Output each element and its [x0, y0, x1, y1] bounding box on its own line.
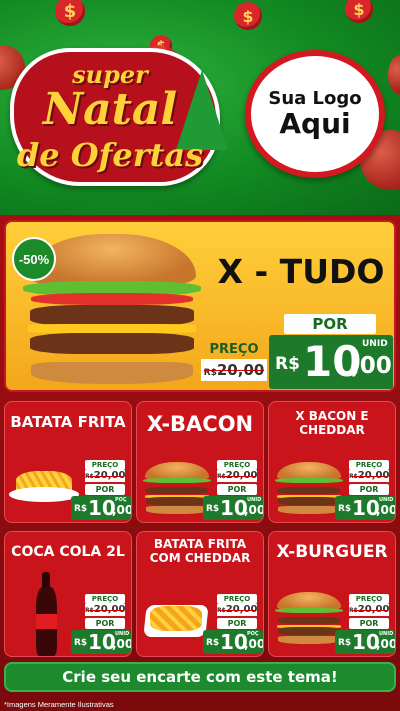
price-cents: ,00 [244, 503, 264, 517]
old-price-currency: R$ [85, 607, 94, 614]
product-card[interactable]: X-BURGUER PREÇO R$20,00 POR R$ 10 UNID ,… [268, 531, 396, 657]
old-price-value: 20,00 [225, 604, 258, 615]
burger-image [275, 462, 343, 514]
price-currency: R$ [338, 638, 352, 648]
cta-banner[interactable]: Crie seu encarte com este tema! [4, 662, 396, 692]
price-unit: UNID [362, 339, 388, 349]
price-currency: R$ [74, 638, 88, 648]
price-cents: ,00 [376, 637, 396, 651]
old-price-value: 20,00 [225, 470, 258, 481]
price-currency: R$ [275, 354, 300, 374]
preco-label: PREÇO [217, 594, 257, 604]
product-title: COCA COLA 2L [11, 544, 125, 560]
logo-word-natal: Natal [42, 84, 178, 135]
old-price: R$20,00 [217, 470, 257, 482]
price-currency: R$ [206, 638, 220, 648]
old-price-currency: R$ [85, 473, 94, 480]
logo-placeholder-line2: Aqui [279, 106, 351, 140]
preco-label: PREÇO [85, 594, 125, 604]
current-price: R$ 10 UNID ,00 [335, 630, 395, 654]
cheddar-fries-image [143, 594, 209, 636]
current-price: R$ 10 POÇ ,00 [71, 496, 131, 520]
price-cents: ,00 [244, 637, 264, 651]
current-price: R$ 10 UNID ,00 [269, 335, 393, 389]
featured-offer-card: -50% X - TUDO POR PREÇO R$20,00 R$ 10 UN… [4, 220, 396, 392]
product-title: X-BURGUER [276, 542, 388, 562]
store-logo-placeholder: Sua Logo Aqui [245, 50, 385, 178]
fries-image [9, 460, 79, 502]
old-price-value: 20,00 [93, 470, 126, 481]
product-title: BATATA FRITA COM CHEDDAR [149, 537, 251, 565]
coin-icon: $ [345, 0, 373, 23]
por-label: POR [217, 618, 257, 629]
offers-area: -50% X - TUDO POR PREÇO R$20,00 R$ 10 UN… [0, 215, 400, 711]
product-title: X-BACON [146, 412, 254, 436]
product-title: BATATA FRITA [10, 413, 126, 431]
discount-badge: -50% [12, 237, 56, 281]
super-natal-logo: super Natal de Ofertas [10, 48, 232, 186]
price-currency: R$ [206, 504, 220, 514]
por-label: POR [284, 314, 376, 334]
logo-placeholder-line1: Sua Logo [268, 87, 362, 109]
old-price-currency: R$ [217, 607, 226, 614]
product-card[interactable]: COCA COLA 2L PREÇO R$20,00 POR R$ 10 UNI… [4, 531, 132, 657]
old-price: R$20,00 [85, 470, 125, 482]
old-price: R$20,00 [349, 604, 389, 616]
current-price: R$ 10 POÇ ,00 [203, 630, 263, 654]
disclaimer: *Imagens Meramente Ilustrativas [4, 700, 114, 709]
por-label: POR [217, 484, 257, 495]
old-price-value: 20,00 [357, 470, 390, 481]
coin-icon: $ [55, 0, 85, 26]
old-price: R$20,00 [201, 359, 267, 381]
header-banner: $ $ $ $ super Natal de Ofertas Sua Logo … [0, 0, 400, 215]
old-price-currency: R$ [349, 607, 358, 614]
current-price: R$ 10 UNID ,00 [335, 496, 395, 520]
price-currency: R$ [74, 504, 88, 514]
preco-label: PREÇO [217, 460, 257, 470]
price-cents: ,00 [112, 637, 132, 651]
old-price-currency: R$ [217, 473, 226, 480]
soda-bottle-image [31, 572, 61, 656]
product-card[interactable]: BATATA FRITA COM CHEDDAR PREÇO R$20,00 P… [136, 531, 264, 657]
old-price-currency: R$ [203, 368, 217, 378]
product-card[interactable]: X-BACON PREÇO R$20,00 POR R$ 10 UNID ,00 [136, 401, 264, 523]
old-price-value: 20,00 [93, 604, 126, 615]
burger-image [143, 462, 211, 514]
preco-label: PREÇO [209, 342, 259, 357]
current-price: R$ 10 UNID ,00 [71, 630, 131, 654]
old-price-value: 20,00 [216, 361, 265, 379]
price-cents: ,00 [351, 353, 392, 379]
product-title: X - TUDO [217, 252, 385, 291]
por-label: POR [85, 618, 125, 629]
current-price: R$ 10 UNID ,00 [203, 496, 263, 520]
price-cents: ,00 [376, 503, 396, 517]
logo-word-ofertas: de Ofertas [16, 136, 204, 174]
por-label: POR [349, 484, 389, 495]
product-title: X BACON E CHEDDAR [295, 409, 369, 437]
old-price: R$20,00 [349, 470, 389, 482]
old-price: R$20,00 [85, 604, 125, 616]
por-label: POR [85, 484, 125, 495]
preco-label: PREÇO [349, 594, 389, 604]
product-card[interactable]: BATATA FRITA PREÇO R$20,00 POR R$ 10 POÇ… [4, 401, 132, 523]
old-price: R$20,00 [217, 604, 257, 616]
preco-label: PREÇO [349, 460, 389, 470]
coin-icon: $ [234, 2, 262, 30]
christmas-ball-icon [388, 55, 400, 95]
preco-label: PREÇO [85, 460, 125, 470]
old-price-value: 20,00 [357, 604, 390, 615]
price-cents: ,00 [112, 503, 132, 517]
burger-image [275, 592, 343, 644]
product-card[interactable]: X BACON E CHEDDAR PREÇO R$20,00 POR R$ 1… [268, 401, 396, 523]
por-label: POR [349, 618, 389, 629]
old-price-currency: R$ [349, 473, 358, 480]
price-currency: R$ [338, 504, 352, 514]
